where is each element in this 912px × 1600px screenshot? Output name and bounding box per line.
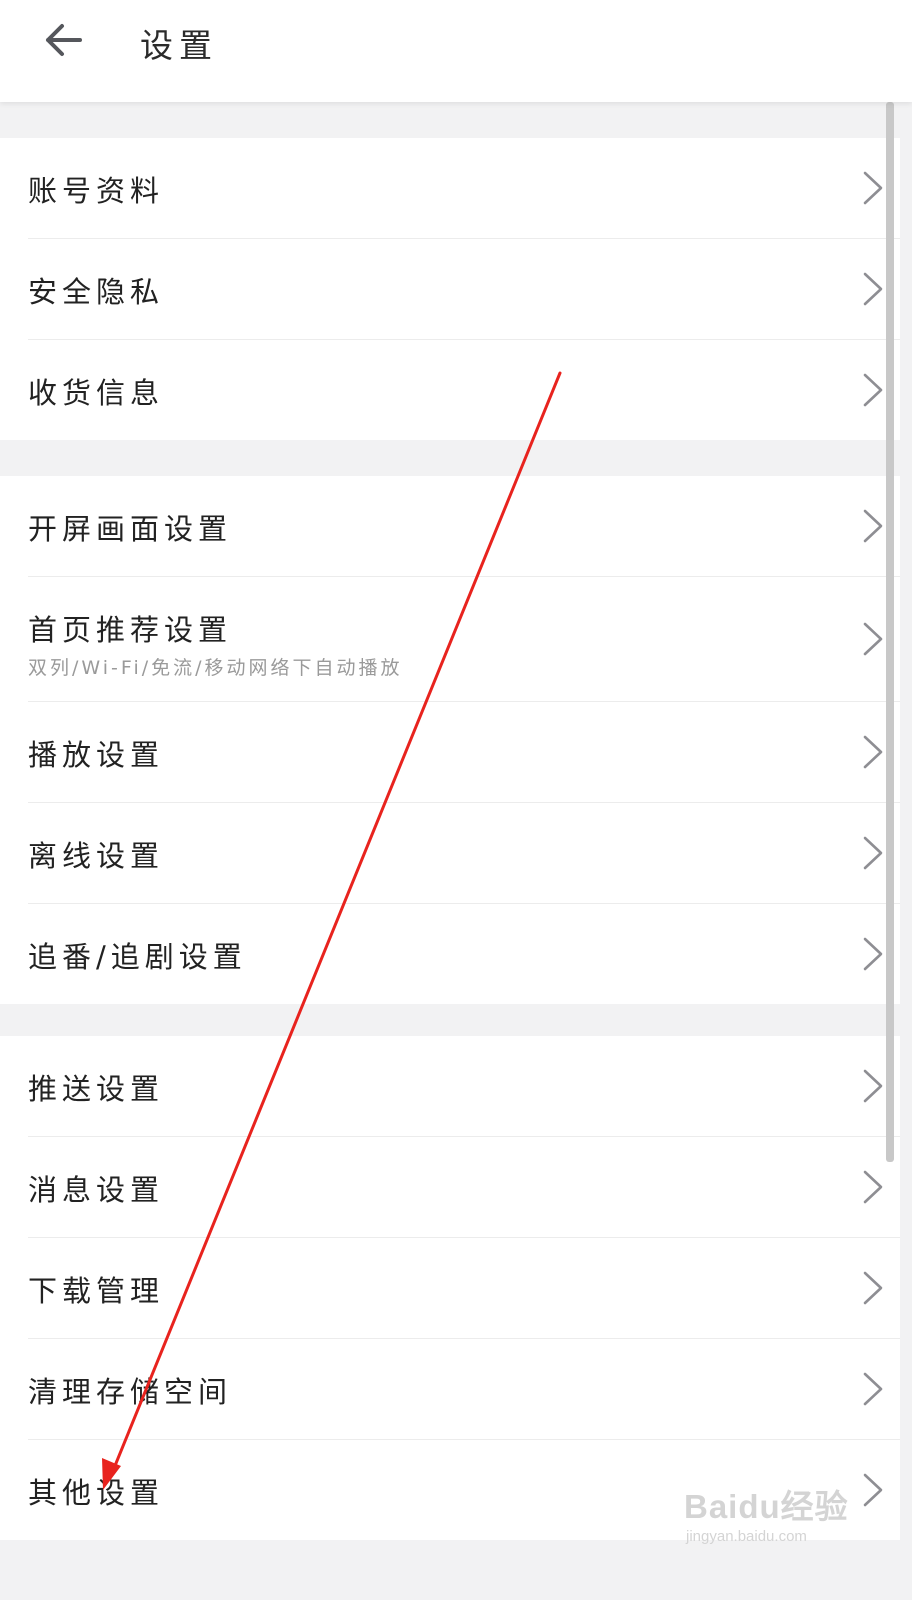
scrollbar-thumb[interactable]: [886, 102, 894, 1162]
settings-item-label: 其他设置: [28, 1476, 165, 1510]
settings-item-label: 离线设置: [28, 839, 165, 873]
settings-group-playback: 开屏画面设置 首页推荐设置 双列/Wi-Fi/免流/移动网络下自动播放 播放设置…: [0, 476, 900, 1004]
settings-group-account: 账号资料 安全隐私 收货信息: [0, 138, 900, 440]
watermark: Baidu经验 jingyan.baidu.com: [684, 1470, 884, 1560]
settings-item-label: 账号资料: [28, 174, 165, 208]
top-bar: 设置: [0, 0, 912, 102]
settings-item-label: 开屏画面设置: [28, 512, 233, 546]
settings-item-label: 收货信息: [28, 376, 165, 410]
settings-item-push[interactable]: 推送设置: [28, 1036, 900, 1137]
watermark-brand: Baidu经验: [684, 1488, 849, 1525]
settings-group-system: 推送设置 消息设置 下载管理 清理存储空间 其他设置: [0, 1036, 900, 1540]
chevron-right-icon: [863, 509, 883, 543]
settings-item-home-recommend[interactable]: 首页推荐设置 双列/Wi-Fi/免流/移动网络下自动播放: [28, 577, 900, 702]
watermark-url: jingyan.baidu.com: [686, 1528, 807, 1545]
settings-item-label: 下载管理: [28, 1274, 165, 1308]
settings-item-offline[interactable]: 离线设置: [28, 803, 900, 904]
chevron-right-icon: [863, 1372, 883, 1406]
settings-item-label: 消息设置: [28, 1173, 165, 1207]
settings-item-label: 播放设置: [28, 738, 165, 772]
chevron-right-icon: [863, 1170, 883, 1204]
settings-item-account-profile[interactable]: 账号资料: [28, 138, 900, 239]
chevron-right-icon: [863, 272, 883, 306]
page-title: 设置: [140, 26, 218, 65]
chevron-right-icon: [863, 735, 883, 769]
settings-item-label: 首页推荐设置: [28, 613, 233, 647]
chevron-right-icon: [863, 937, 883, 971]
settings-item-label: 推送设置: [28, 1072, 165, 1106]
chevron-right-icon: [863, 836, 883, 870]
settings-item-shipping-info[interactable]: 收货信息: [28, 340, 900, 440]
settings-item-splash-screen[interactable]: 开屏画面设置: [28, 476, 900, 577]
settings-item-label: 追番/追剧设置: [28, 940, 247, 974]
settings-item-label: 清理存储空间: [28, 1375, 233, 1409]
arrow-left-icon: [46, 24, 82, 56]
settings-item-messages[interactable]: 消息设置: [28, 1137, 900, 1238]
chevron-right-icon: [863, 1271, 883, 1305]
settings-item-clear-storage[interactable]: 清理存储空间: [28, 1339, 900, 1440]
settings-item-follow-series[interactable]: 追番/追剧设置: [28, 904, 900, 1004]
settings-item-label: 安全隐私: [28, 275, 165, 309]
chevron-right-icon: [863, 171, 883, 205]
settings-item-playback[interactable]: 播放设置: [28, 702, 900, 803]
chevron-right-icon: [863, 622, 883, 656]
chevron-right-icon: [863, 373, 883, 407]
settings-item-subtitle: 双列/Wi-Fi/免流/移动网络下自动播放: [28, 657, 403, 679]
chevron-right-icon: [863, 1069, 883, 1103]
settings-item-security-privacy[interactable]: 安全隐私: [28, 239, 900, 340]
back-button[interactable]: [38, 16, 94, 64]
settings-item-downloads[interactable]: 下载管理: [28, 1238, 900, 1339]
